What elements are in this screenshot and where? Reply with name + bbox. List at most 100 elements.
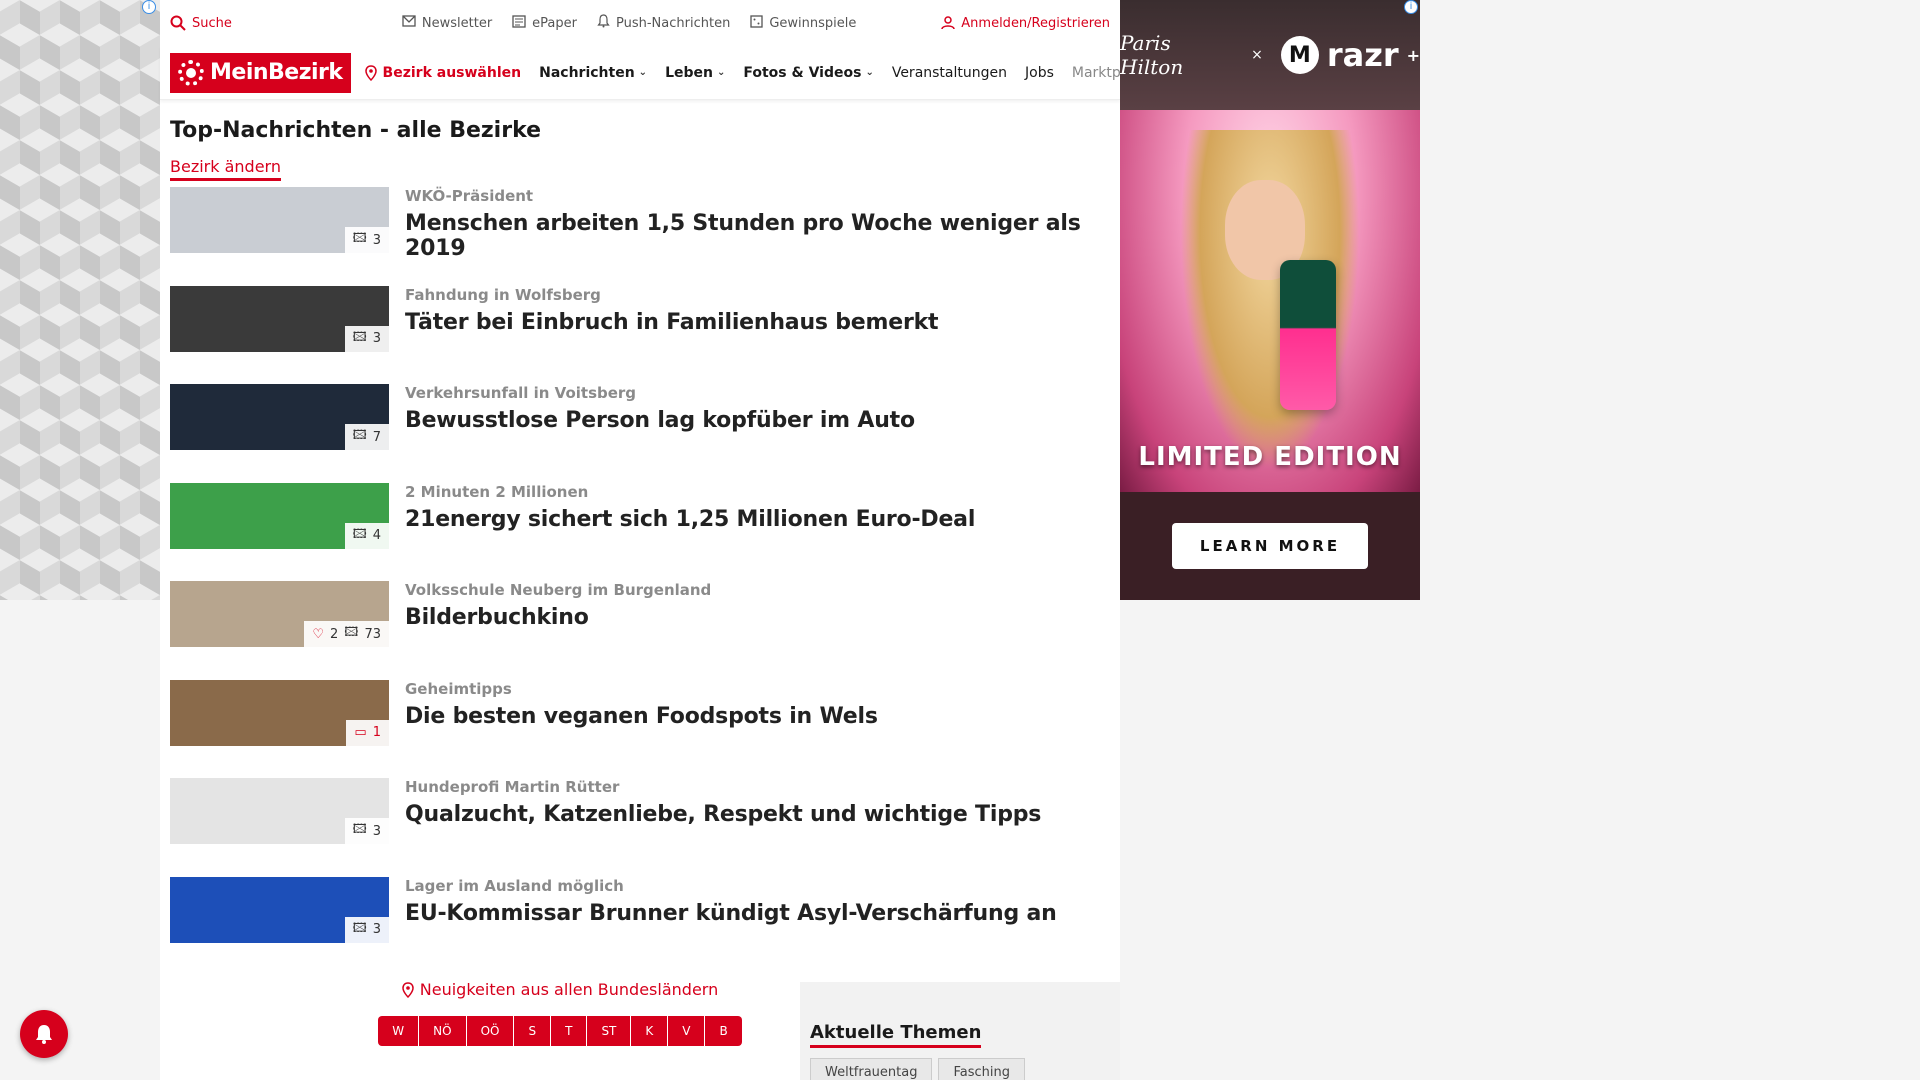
themen-box: Aktuelle Themen Weltfrauentag Fasching — [800, 982, 1120, 1080]
article-thumbnail[interactable]: ♡ 2 🖾 73 — [170, 581, 389, 647]
article-thumbnail[interactable]: 🖾 4 — [170, 482, 389, 549]
top-link-gewinnspiele[interactable]: Gewinnspiele — [750, 14, 857, 32]
images-count: 3 — [372, 922, 381, 937]
top-bar: Suche Newsletter ePaper Push-Nachrichten Ge… — [160, 0, 1120, 46]
article-badge: 🖾 7 — [344, 424, 389, 450]
state-button[interactable]: B — [705, 1015, 742, 1046]
article-item[interactable]: 🖾 3 Fahndung in Wolfsberg Täter bei Einbruc… — [170, 285, 1110, 385]
district-select[interactable]: Bezirk auswählen — [364, 64, 521, 81]
article-badge: 🖾 4 — [344, 522, 389, 549]
article-text: 2 Minuten 2 Millionen 21energy sichert si… — [405, 483, 975, 532]
article-thumbnail[interactable]: ▭ 1 — [170, 679, 389, 746]
article-kicker: 2 Minuten 2 Millionen — [405, 482, 589, 501]
article-headline[interactable]: Die besten veganen Foodspots in Wels — [405, 704, 878, 729]
login-button[interactable]: Anmelden/Registrieren — [941, 16, 1110, 31]
article-text: Verkehrsunfall in Voitsberg Bewusstlose P… — [405, 384, 915, 433]
search-label: Suche — [192, 15, 232, 31]
nav-items: Bezirk auswählen Nachrichten ⌄ Leben ⌄ Fotos… — [364, 64, 1146, 81]
top-link-label: ePaper — [532, 15, 577, 31]
article-kicker: Fahndung in Wolfsberg — [405, 285, 601, 304]
top-link-label: Gewinnspiele — [769, 15, 857, 31]
state-button[interactable]: S — [514, 1015, 552, 1046]
ad-brand: M razr + — [1280, 36, 1420, 74]
article-headline[interactable]: Bewusstlose Person lag kopfüber im Auto — [405, 408, 915, 433]
article-item[interactable]: 🖾 4 2 Minuten 2 Millionen 21energy sichert … — [170, 482, 1110, 582]
article-headline[interactable]: Täter bei Einbruch in Familienhaus bemer… — [405, 310, 939, 335]
article-headline[interactable]: EU-Kommissar Brunner kündigt Asyl-Versch… — [405, 901, 1057, 926]
article-badge: ♡ 2 🖾 73 — [304, 621, 389, 647]
logo-sun-icon — [178, 59, 204, 86]
article-list: 🖾 3 WKÖ-Präsident Menschen arbeiten 1,5 Stu… — [170, 187, 1110, 975]
login-label: Anmelden/Registrieren — [961, 15, 1110, 31]
nav-item-nachrichten[interactable]: Nachrichten ⌄ — [539, 65, 647, 81]
main-content: Top-Nachrichten - alle Bezirke Bezirk än… — [160, 100, 1120, 975]
ad-choices-icon[interactable]: i — [1404, 0, 1418, 14]
topic-chip[interactable]: Fasching — [938, 1058, 1025, 1080]
learn-more-button[interactable]: LEARN MORE — [1172, 523, 1368, 569]
gallery-icon: 🖾 — [352, 329, 367, 345]
gallery-icon: 🖾 — [352, 526, 367, 542]
article-thumbnail[interactable]: 🖾 3 — [170, 187, 389, 253]
state-button[interactable]: T — [551, 1015, 588, 1046]
article-text: Fahndung in Wolfsberg Täter bei Einbruch … — [405, 285, 939, 335]
gallery-icon: 🖾 — [352, 231, 367, 246]
motorola-logo-icon: M — [1280, 36, 1319, 74]
article-text: Hundeprofi Martin Rütter Qualzucht, Katze… — [405, 778, 1041, 827]
ad-signature: Paris Hilton — [1120, 31, 1184, 79]
topic-chip[interactable]: Weltfrauentag — [810, 1058, 933, 1080]
state-button[interactable]: K — [631, 1015, 669, 1046]
article-thumbnail[interactable]: 🖾 3 — [170, 778, 389, 844]
nav-item-leben[interactable]: Leben ⌄ — [665, 65, 725, 81]
article-headline[interactable]: Menschen arbeiten 1,5 Stunden pro Woche … — [405, 211, 1110, 261]
article-item[interactable]: 🖾 7 Verkehrsunfall in Voitsberg Bewusstlose… — [170, 384, 1110, 483]
mail-icon — [402, 15, 416, 31]
logo[interactable]: MeinBezirk — [170, 52, 351, 93]
article-item[interactable]: ▭ 1 Geheimtipps Die besten veganen Foodspot… — [170, 679, 1110, 779]
ad-brand-name: razr — [1326, 36, 1399, 74]
article-headline[interactable]: 21energy sichert sich 1,25 Millionen Eur… — [405, 507, 975, 532]
article-thumbnail[interactable]: 🖾 3 — [170, 285, 389, 352]
nav-item-label: Nachrichten — [539, 64, 635, 81]
article-badge: ▭ 1 — [346, 719, 389, 746]
article-headline[interactable]: Qualzucht, Katzenliebe, Respekt und wich… — [405, 802, 1041, 827]
article-item[interactable]: ♡ 2 🖾 73 Volksschule Neuberg im Burgenland Bi… — [170, 581, 1110, 680]
article-item[interactable]: 🖾 3 Lager im Ausland möglich EU-Kommissar B… — [170, 876, 1110, 976]
article-thumbnail[interactable]: 🖾 3 — [170, 876, 389, 943]
article-headline[interactable]: Bilderbuchkino — [405, 605, 711, 630]
images-count: 73 — [364, 626, 381, 642]
article-text: WKÖ-Präsident Menschen arbeiten 1,5 Stund… — [405, 187, 1110, 261]
top-link-epaper[interactable]: ePaper — [512, 14, 577, 32]
nav-item-fotosvideos[interactable]: Fotos & Videos ⌄ — [743, 65, 873, 81]
nav-item-veranstaltungen[interactable]: Veranstaltungen — [892, 65, 1007, 81]
notification-bell-button[interactable] — [20, 1010, 68, 1058]
state-button[interactable]: W — [378, 1015, 420, 1046]
images-count: 4 — [372, 528, 381, 543]
bell-icon — [597, 14, 610, 32]
search-button[interactable]: Suche — [170, 15, 232, 31]
state-button[interactable]: ST — [587, 1015, 632, 1046]
location-pin-icon — [364, 64, 377, 81]
change-district-link[interactable]: Bezirk ändern — [170, 157, 281, 181]
state-button[interactable]: OÖ — [466, 1015, 515, 1046]
top-link-pushnachrichten[interactable]: Push-Nachrichten — [597, 14, 730, 32]
gallery-icon: 🖾 — [352, 428, 367, 443]
images-count: 7 — [372, 429, 381, 445]
ad-info-icon[interactable]: i — [142, 0, 156, 14]
chevron-down-icon: ⌄ — [638, 67, 648, 78]
ad-header: Paris Hilton × M razr + — [1120, 0, 1420, 110]
ad-footer: LEARN MORE — [1120, 492, 1420, 600]
article-thumbnail[interactable]: 🖾 7 — [170, 384, 389, 450]
article-item[interactable]: 🖾 3 WKÖ-Präsident Menschen arbeiten 1,5 Stu… — [170, 187, 1110, 286]
advertisement[interactable]: Paris Hilton × M razr + LIMITED EDITION L… — [1120, 0, 1420, 600]
state-button[interactable]: NÖ — [419, 1015, 467, 1046]
nav-item-jobs[interactable]: Jobs — [1025, 65, 1054, 81]
state-button[interactable]: V — [668, 1015, 706, 1046]
top-link-newsletter[interactable]: Newsletter — [402, 15, 492, 31]
article-text: Lager im Ausland möglich EU-Kommissar Bru… — [405, 877, 1057, 926]
bundeslaender-link[interactable]: Neuigkeiten aus allen Bundesländern — [402, 980, 718, 999]
article-badge: 🖾 3 — [344, 916, 389, 943]
bundeslaender-section: Neuigkeiten aus allen Bundesländern W NÖ O… — [310, 980, 810, 1046]
nav-item-label: Leben — [665, 64, 713, 81]
article-kicker: Lager im Ausland möglich — [405, 876, 624, 895]
article-item[interactable]: 🖾 3 Hundeprofi Martin Rütter Qualzucht, Kat… — [170, 778, 1110, 877]
